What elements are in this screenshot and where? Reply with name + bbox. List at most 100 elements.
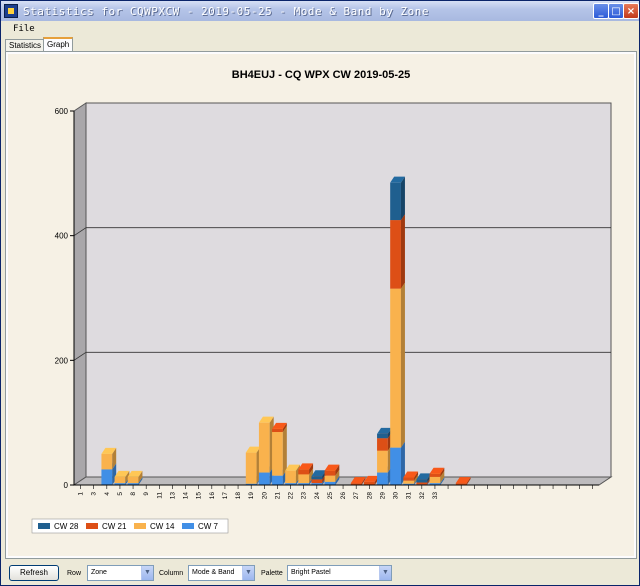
legend-swatch: [182, 523, 194, 529]
refresh-button[interactable]: Refresh: [9, 565, 59, 581]
legend-swatch: [134, 523, 146, 529]
y-tick-label: 600: [55, 107, 69, 116]
x-tick-label: 13: [169, 492, 176, 500]
bar-segment: [377, 433, 388, 439]
bar-segment: [377, 472, 388, 485]
x-tick-label: 22: [288, 492, 295, 500]
bar-segment: [390, 288, 401, 448]
bar-segment: [377, 450, 388, 473]
x-tick-label: 5: [117, 492, 124, 496]
bar-segment: [390, 182, 401, 221]
close-button[interactable]: ×: [623, 3, 639, 19]
bar-segment: [390, 220, 401, 289]
x-tick-label: 18: [235, 492, 242, 500]
row-label: Row: [67, 570, 82, 577]
x-tick-label: 25: [327, 492, 334, 500]
bar-segment: [324, 470, 336, 476]
bar-segment: [101, 453, 113, 470]
bar-segment: [101, 469, 113, 485]
chevron-down-icon[interactable]: ▼: [242, 566, 254, 580]
x-tick-label: 32: [419, 492, 426, 500]
legend-swatch: [86, 523, 98, 529]
chart-area: BH4EUJ - CQ WPX CW 2019-05-25 0 200 400 600 1…: [8, 54, 634, 556]
legend-label: CW 7: [198, 522, 219, 531]
x-tick-label: 33: [432, 492, 439, 500]
x-tick-label: 20: [261, 492, 268, 500]
bar-segment: [272, 432, 283, 476]
y-tick-label: 0: [64, 481, 69, 490]
legend-swatch: [38, 523, 50, 529]
x-tick-label: 19: [248, 492, 255, 500]
x-tick-label: 11: [156, 492, 163, 499]
column-select[interactable]: Mode & Band ▼: [188, 565, 255, 581]
bar-segment: [416, 482, 428, 485]
bar-segment: [403, 480, 415, 484]
bar-segment: [114, 476, 126, 484]
legend-label: CW 28: [54, 522, 79, 531]
x-tick-label: 21: [274, 492, 281, 500]
bar-segment: [258, 472, 270, 485]
menu-file[interactable]: File: [13, 24, 35, 34]
x-tick-label: 1: [78, 492, 85, 496]
legend-label: CW 14: [150, 522, 175, 531]
window-title: Statistics for CQWPXCW - 2019-05-25 - Mo…: [23, 4, 429, 18]
bar-segment: [377, 438, 388, 451]
row-select[interactable]: Zone ▼: [87, 565, 154, 581]
bar-segment: [416, 479, 428, 483]
bar-segment: [311, 479, 323, 484]
plot-back-wall: [85, 102, 612, 478]
column-select-value: Mode & Band: [192, 569, 235, 576]
row-select-value: Zone: [91, 569, 107, 576]
legend-label: CW 21: [102, 522, 127, 531]
bottom-toolbar: Refresh Row Zone ▼ Column Mode & Band ▼ …: [1, 561, 639, 585]
x-tick-label: 8: [130, 492, 137, 496]
palette-select-value: Bright Pastel: [291, 569, 331, 576]
bar-segment: [403, 477, 415, 481]
bar-segment: [390, 447, 401, 485]
title-bar[interactable]: Statistics for CQWPXCW - 2019-05-25 - Mo…: [1, 1, 639, 21]
bar-segment: [258, 422, 270, 473]
bar-segment: [298, 474, 310, 484]
x-tick-label: 3: [91, 492, 98, 496]
column-label: Column: [159, 570, 184, 577]
x-tick-label: 27: [353, 492, 360, 500]
stacked-bar-chart: BH4EUJ - CQ WPX CW 2019-05-25 0 200 400 600 1…: [31, 69, 613, 534]
x-tick-label: 15: [196, 492, 203, 500]
x-tick-label: 24: [314, 492, 321, 500]
statistics-window: Statistics for CQWPXCW - 2019-05-25 - Mo…: [0, 0, 640, 586]
bar-segment: [127, 476, 139, 484]
x-tick-label: 23: [301, 492, 308, 500]
minimize-button[interactable]: _: [593, 3, 609, 19]
x-tick-label: 30: [393, 492, 400, 500]
x-tick-label: 17: [222, 492, 229, 500]
x-tick-label: 4: [104, 492, 111, 496]
chart-title: BH4EUJ - CQ WPX CW 2019-05-25: [232, 69, 411, 81]
plot-floor: [72, 476, 613, 486]
bar-segment-side: [282, 426, 287, 476]
maximize-button[interactable]: □: [608, 3, 624, 19]
bar-segment-side: [400, 214, 405, 289]
bar-segment: [429, 473, 441, 477]
x-tick-label: 29: [379, 492, 386, 500]
chevron-down-icon[interactable]: ▼: [141, 566, 153, 580]
bar-segment: [324, 475, 336, 482]
bar-segment-side: [400, 282, 405, 448]
bar-segment: [272, 428, 283, 433]
app-icon: [4, 4, 18, 18]
tab-graph[interactable]: Graph: [43, 37, 74, 52]
bar-segment: [311, 476, 323, 480]
bar-segment: [245, 452, 257, 484]
palette-select[interactable]: Bright Pastel ▼: [287, 565, 392, 581]
x-tick-label: 31: [406, 492, 413, 500]
bar-segment: [298, 469, 310, 475]
bar-segment: [272, 475, 283, 485]
y-tick-label: 400: [55, 232, 69, 241]
plot-left-wall: [73, 102, 87, 486]
palette-label: Palette: [261, 570, 283, 577]
bar-segment-side: [400, 176, 405, 221]
bar-segment: [429, 476, 441, 484]
x-tick-label: 14: [183, 492, 190, 500]
bar-segment: [285, 470, 296, 484]
x-tick-label: 16: [209, 492, 216, 500]
chevron-down-icon[interactable]: ▼: [379, 566, 391, 580]
